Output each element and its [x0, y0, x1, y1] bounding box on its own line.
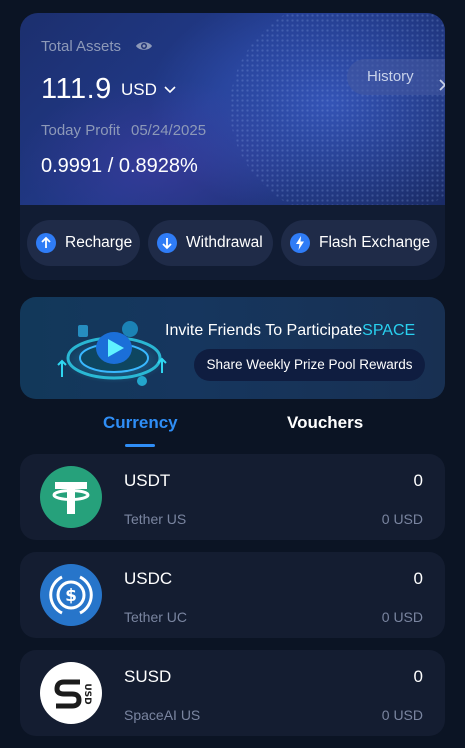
arrow-down-circle-icon: [157, 233, 177, 253]
eye-icon[interactable]: [135, 39, 153, 53]
chevron-down-icon[interactable]: [163, 82, 177, 94]
chevron-right-icon: [438, 70, 445, 91]
recharge-label: Recharge: [65, 234, 133, 251]
withdrawal-button[interactable]: Withdrawal: [148, 220, 273, 266]
currency-selector-label[interactable]: USD: [121, 80, 157, 100]
today-profit-label: Today Profit: [41, 122, 121, 139]
asset-row-susd[interactable]: USD SUSD SpaceAI US 0 0 USD: [20, 650, 445, 736]
asset-row-usdc[interactable]: $ USDC Tether UC 0 0 USD: [20, 552, 445, 638]
asset-fiat-value: 0 USD: [381, 707, 423, 723]
total-assets-label: Total Assets: [41, 38, 122, 55]
asset-amount: 0: [413, 667, 423, 686]
invite-title-highlight: SPACE: [362, 322, 416, 339]
lightning-circle-icon: [290, 233, 310, 253]
asset-fiat-value: 0 USD: [381, 609, 423, 625]
invite-title-text: Invite Friends To Participate: [165, 322, 363, 339]
history-label: History: [367, 68, 414, 85]
usdc-logo-icon: $: [40, 564, 102, 626]
history-button[interactable]: History: [347, 59, 445, 95]
asset-amount: 0: [413, 569, 423, 588]
assets-header: Total Assets 111.9 USD History Today Pro…: [20, 13, 445, 205]
asset-symbol: USDC: [124, 569, 173, 588]
svg-text:$: $: [65, 586, 77, 606]
tether-logo-icon: [40, 466, 102, 528]
asset-symbol: SUSD: [124, 667, 172, 686]
total-balance: 111.9: [41, 73, 112, 105]
asset-name: SpaceAI US: [124, 707, 201, 723]
invite-banner[interactable]: Invite Friends To ParticipateSPACE Share…: [20, 297, 445, 399]
invite-illustration: [34, 303, 174, 395]
tab-currency[interactable]: Currency: [103, 413, 178, 433]
asset-symbol: USDT: [124, 471, 171, 490]
invite-title: Invite Friends To ParticipateSPACE: [165, 322, 415, 340]
asset-row-usdt[interactable]: USDT Tether US 0 0 USD: [20, 454, 445, 540]
invite-rewards-button[interactable]: Share Weekly Prize Pool Rewards: [194, 349, 425, 381]
globe-decoration: [230, 13, 445, 205]
arrow-up-circle-icon: [36, 233, 56, 253]
today-profit-value: 0.9991 / 0.8928%: [41, 155, 198, 177]
svg-text:USD: USD: [82, 683, 92, 704]
asset-name: Tether UC: [124, 609, 188, 625]
tab-vouchers[interactable]: Vouchers: [287, 413, 363, 433]
assets-card: Total Assets 111.9 USD History Today Pro…: [20, 13, 445, 280]
asset-name: Tether US: [124, 511, 187, 527]
flash-exchange-button[interactable]: Flash Exchange: [281, 220, 437, 266]
today-profit-date: 05/24/2025: [131, 122, 207, 139]
recharge-button[interactable]: Recharge: [27, 220, 140, 266]
asset-fiat-value: 0 USD: [381, 511, 423, 527]
active-tab-indicator: [125, 444, 155, 447]
asset-amount: 0: [413, 471, 423, 490]
susd-logo-icon: USD: [40, 662, 102, 724]
flash-exchange-label: Flash Exchange: [319, 234, 431, 251]
withdrawal-label: Withdrawal: [186, 234, 263, 251]
